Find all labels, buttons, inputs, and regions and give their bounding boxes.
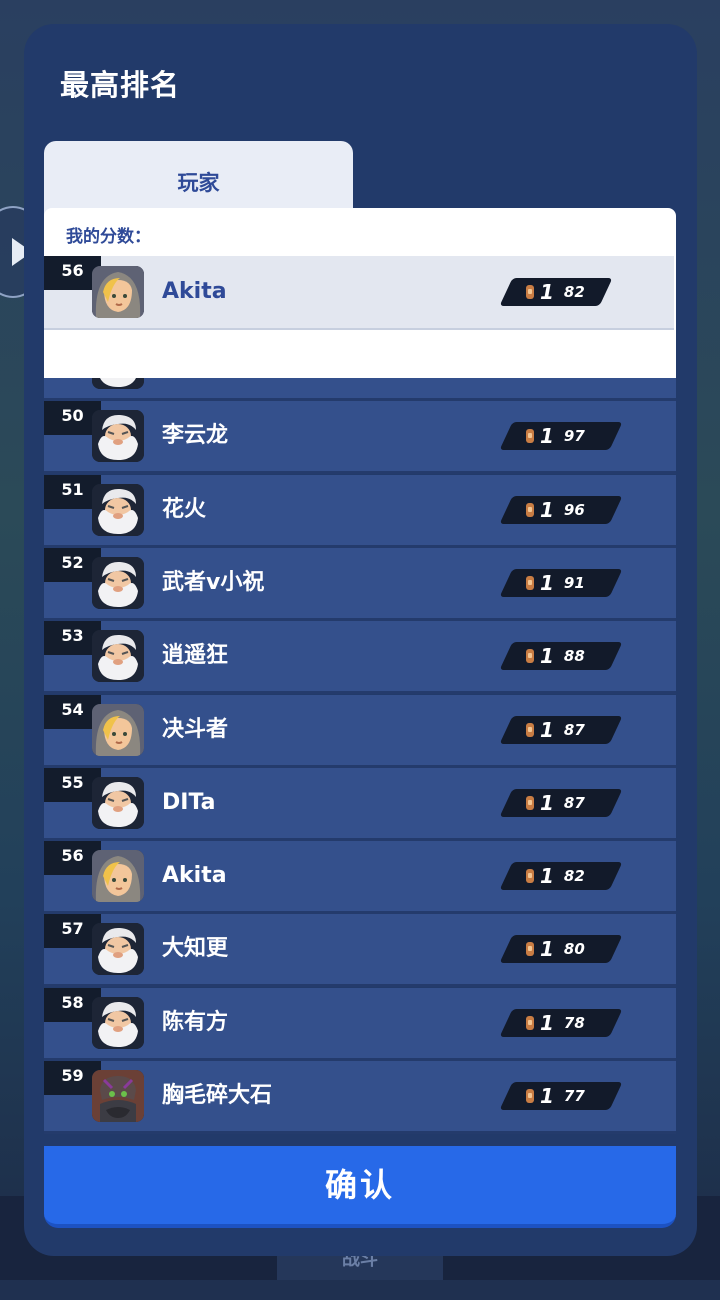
table-row[interactable]: 51 花火 1 96 (44, 474, 676, 548)
score-badge: 1 82 (499, 862, 623, 891)
bronze-medal-icon (526, 795, 534, 810)
player-avatar (92, 923, 144, 976)
bronze-medal-icon (526, 942, 534, 957)
tier-number: 1 (540, 937, 554, 962)
tier-number: 1 (540, 717, 554, 742)
bronze-medal-icon (526, 649, 534, 664)
table-row[interactable]: 52 武者v小祝 1 91 (44, 547, 676, 621)
table-row[interactable]: 57 大知更 1 80 (44, 914, 676, 988)
player-avatar (92, 850, 144, 903)
tier-number: 1 (540, 570, 554, 595)
score-points: 88 (563, 647, 585, 666)
tier-number: 1 (540, 1084, 554, 1108)
player-avatar (92, 556, 144, 609)
score-badge: 1 97 (499, 422, 623, 451)
table-row[interactable]: 58 陈有方 1 78 (44, 987, 676, 1061)
bronze-medal-icon (526, 285, 534, 299)
table-row[interactable]: 59 胸毛碎大石 1 77 (44, 1061, 676, 1134)
score-badge: 1 87 (499, 788, 623, 817)
player-name: 逍遥狂 (162, 643, 229, 669)
score-badge: 1 82 (499, 278, 613, 306)
score-badge: 1 80 (499, 935, 623, 964)
player-name: 花火 (162, 496, 207, 522)
tier-number: 1 (540, 644, 554, 669)
score-points: 91 (563, 573, 585, 592)
score-badge: 1 77 (499, 1082, 623, 1110)
score-points: 78 (563, 1013, 585, 1032)
player-avatar (92, 410, 144, 463)
my-score-label: 我的分数： (66, 227, 151, 247)
table-row[interactable]: 55 DITa 1 87 (44, 767, 676, 841)
player-name: DITa (162, 789, 216, 815)
score-points: 80 (563, 940, 585, 959)
bronze-medal-icon (526, 575, 534, 590)
table-row[interactable]: 50 李云龙 1 97 (44, 401, 676, 475)
my-score-row: 56 Akita 1 82 (44, 256, 674, 330)
player-avatar (92, 483, 144, 536)
player-avatar (92, 266, 144, 318)
score-points: 82 (563, 867, 585, 886)
bronze-medal-icon (526, 502, 534, 517)
tier-number: 1 (540, 424, 554, 449)
player-name: 大知更 (162, 936, 229, 962)
modal-title: 最高排名 (60, 68, 181, 102)
tier-number: 1 (540, 1010, 554, 1035)
score-points: 87 (563, 793, 585, 812)
tier-number: 1 (540, 497, 554, 522)
player-name: Akita (162, 279, 227, 304)
player-name: 李云龙 (162, 423, 229, 449)
score-badge: 1 96 (499, 495, 623, 524)
bronze-medal-icon (526, 869, 534, 884)
bronze-medal-icon (526, 722, 534, 737)
score-points: 77 (563, 1087, 585, 1105)
score-points: 87 (563, 720, 585, 739)
player-avatar (92, 776, 144, 829)
table-row[interactable]: 54 决斗者 1 87 (44, 694, 676, 768)
tier-number: 1 (540, 864, 554, 889)
player-name: Akita (162, 863, 227, 889)
score-points: 97 (563, 427, 585, 446)
player-name: 决斗者 (162, 716, 229, 742)
bronze-medal-icon (526, 1015, 534, 1030)
bronze-medal-icon (526, 1089, 534, 1103)
player-name: 胸毛碎大石 (162, 1083, 273, 1108)
player-avatar (92, 703, 144, 756)
score-badge: 1 87 (499, 715, 623, 744)
tier-number: 1 (540, 280, 554, 304)
player-avatar (92, 1070, 144, 1122)
score-badge: 1 88 (499, 642, 623, 671)
bronze-medal-icon (526, 429, 534, 444)
score-badge: 1 91 (499, 568, 623, 597)
tier-number: 1 (540, 790, 554, 815)
player-name: 武者v小祝 (162, 569, 265, 595)
my-score-card: 我的分数： 56 Akita 1 82 (44, 208, 676, 378)
score-points: 96 (563, 500, 585, 519)
confirm-button[interactable]: 确认 (44, 1146, 676, 1228)
player-avatar (92, 996, 144, 1049)
table-row[interactable]: 56 Akita 1 82 (44, 841, 676, 915)
table-row[interactable]: 53 逍遥狂 1 88 (44, 621, 676, 695)
leaderboard-modal: 最高排名 玩家 49凤风1050李云龙19751花火19652武者v小祝1915… (24, 24, 697, 1256)
score-points: 82 (563, 283, 585, 301)
score-badge: 1 78 (499, 1008, 623, 1037)
player-name: 陈有方 (162, 1009, 229, 1035)
player-avatar (92, 630, 144, 683)
